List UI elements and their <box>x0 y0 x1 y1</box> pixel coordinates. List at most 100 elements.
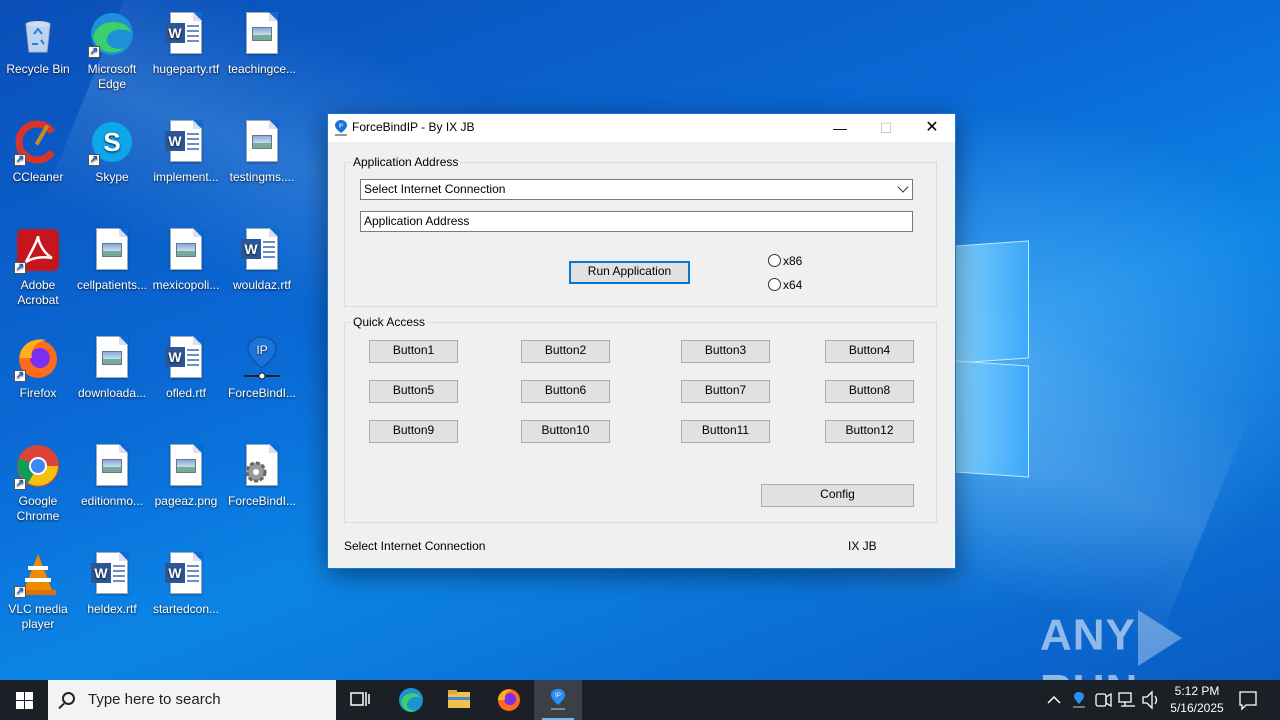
firefox-icon: ↗ <box>14 334 62 382</box>
notifications-icon[interactable] <box>1234 680 1262 720</box>
desktop-icon-recycle[interactable]: Recycle Bin <box>0 4 76 104</box>
desktop-icon-word[interactable]: Wimplement... <box>148 112 224 212</box>
quick-access-button-11[interactable]: Button11 <box>681 420 770 443</box>
desktop-icon-image[interactable]: mexicopoli... <box>148 220 224 320</box>
desktop-icon-label: CCleaner <box>12 170 64 184</box>
desktop-icon-word[interactable]: Wstartedcon... <box>148 544 224 644</box>
desktop-icon-vlc[interactable]: ↗ VLC media player <box>0 544 76 644</box>
taskbar: Type here to search IP 5:12 PM 5/16/2025 <box>0 680 1280 720</box>
desktop-icon-label: ForceBindI... <box>227 494 297 508</box>
desktop-icon-forcebind[interactable]: IP ForceBindI... <box>224 328 300 428</box>
quick-access-button-12[interactable]: Button12 <box>825 420 914 443</box>
image-icon <box>238 10 286 58</box>
maximize-button[interactable]: ☐ <box>863 114 909 142</box>
desktop-icon-label: testingms.... <box>229 170 295 184</box>
window-title: ForceBindIP - By IX JB <box>352 120 475 134</box>
desktop-icon-label: startedcon... <box>152 602 220 616</box>
radio-x86[interactable]: x86 <box>768 253 802 268</box>
application-address-group-label: Application Address <box>351 155 461 169</box>
desktop-icon-acrobat[interactable]: ↗ Adobe Acrobat <box>0 220 76 320</box>
quick-access-button-6[interactable]: Button6 <box>521 380 610 403</box>
firefox-taskbar-icon[interactable] <box>485 680 533 720</box>
forcebindip-app-icon: IP <box>335 120 347 136</box>
desktop-icon-word[interactable]: Whugeparty.rtf <box>148 4 224 104</box>
taskbar-search-box[interactable]: Type here to search <box>48 680 336 720</box>
task-view-icon[interactable] <box>336 680 384 720</box>
desktop-icon-word[interactable]: Wwouldaz.rtf <box>224 220 300 320</box>
desktop-icon-label: VLC media player <box>8 602 68 631</box>
clock-date: 5/16/2025 <box>1170 701 1224 715</box>
desktop-icon-skype[interactable]: S ↗ Skype <box>74 112 150 212</box>
desktop-icon-word[interactable]: Wheldex.rtf <box>74 544 150 644</box>
quick-access-button-7[interactable]: Button7 <box>681 380 770 403</box>
network-icon[interactable] <box>1116 680 1138 720</box>
quick-access-button-4[interactable]: Button4 <box>825 340 914 363</box>
show-hidden-icons-chevron[interactable] <box>1044 680 1064 720</box>
start-button[interactable] <box>0 680 48 720</box>
forcebindip-tray-icon[interactable] <box>1068 680 1090 720</box>
image-icon <box>88 226 136 274</box>
svg-text:IP: IP <box>256 343 267 357</box>
close-button[interactable]: ✕ <box>909 114 955 142</box>
radio-x86-circle[interactable] <box>768 254 781 268</box>
desktop-icon-image[interactable]: editionmo... <box>74 436 150 536</box>
desktop-icon-chrome[interactable]: ↗ Google Chrome <box>0 436 76 536</box>
image-icon <box>162 226 210 274</box>
chrome-icon: ↗ <box>14 442 62 490</box>
status-author-label: IX JB <box>848 539 877 553</box>
minimize-button[interactable]: — <box>817 114 863 142</box>
internet-connection-select-value: Select Internet Connection <box>364 182 506 196</box>
quick-access-button-9[interactable]: Button9 <box>369 420 458 443</box>
desktop-icon-image[interactable]: teachingce... <box>224 4 300 104</box>
image-icon <box>88 442 136 490</box>
quick-access-button-1[interactable]: Button1 <box>369 340 458 363</box>
search-placeholder: Type here to search <box>88 691 221 708</box>
desktop-icon-settingsdoc[interactable]: ForceBindI... <box>224 436 300 536</box>
desktop-icon-firefox[interactable]: ↗ Firefox <box>0 328 76 428</box>
internet-connection-select[interactable]: Select Internet Connection <box>360 179 913 200</box>
taskbar-clock[interactable]: 5:12 PM 5/16/2025 <box>1162 683 1232 717</box>
desktop-icon-label: Microsoft Edge <box>87 62 137 91</box>
title-bar[interactable]: IP ForceBindIP - By IX JB — ☐ ✕ <box>328 114 955 142</box>
volume-icon[interactable] <box>1140 680 1162 720</box>
desktop-icon-image[interactable]: pageaz.png <box>148 436 224 536</box>
meet-now-icon[interactable] <box>1092 680 1114 720</box>
desktop-icon-label: hugeparty.rtf <box>152 62 220 76</box>
image-icon <box>162 442 210 490</box>
radio-x64-circle[interactable] <box>768 278 781 292</box>
desktop-icon-ccleaner[interactable]: ↗ CCleaner <box>0 112 76 212</box>
desktop-icon-image[interactable]: downloada... <box>74 328 150 428</box>
desktop-icon-label: cellpatients... <box>76 278 148 292</box>
desktop-icon-image[interactable]: testingms.... <box>224 112 300 212</box>
quick-access-button-2[interactable]: Button2 <box>521 340 610 363</box>
word-icon: W <box>162 334 210 382</box>
desktop-icon-label: editionmo... <box>80 494 144 508</box>
desktop-icon-label: Adobe Acrobat <box>17 278 59 307</box>
desktop-icon-label: teachingce... <box>227 62 297 76</box>
anyrun-watermark: ANYRUN <box>1040 610 1240 715</box>
run-application-button[interactable]: Run Application <box>569 261 690 284</box>
file-explorer-icon[interactable] <box>435 680 483 720</box>
ccleaner-icon: ↗ <box>14 118 62 166</box>
desktop-icon-label: mexicopoli... <box>152 278 220 292</box>
quick-access-button-3[interactable]: Button3 <box>681 340 770 363</box>
application-address-input[interactable]: Application Address <box>360 211 913 232</box>
word-icon: W <box>238 226 286 274</box>
forcebindip-taskbar-icon[interactable]: IP <box>534 680 582 720</box>
desktop-icon-label: wouldaz.rtf <box>232 278 292 292</box>
desktop-icon-edge[interactable]: ↗ Microsoft Edge <box>74 4 150 104</box>
quick-access-button-10[interactable]: Button10 <box>521 420 610 443</box>
skype-icon: S ↗ <box>88 118 136 166</box>
quick-access-button-5[interactable]: Button5 <box>369 380 458 403</box>
desktop-icon-label: ForceBindI... <box>227 386 297 400</box>
word-icon: W <box>162 10 210 58</box>
desktop-icon-word[interactable]: Wofled.rtf <box>148 328 224 428</box>
desktop-icon-label: Google Chrome <box>16 494 60 523</box>
desktop-icon-label: downloada... <box>77 386 147 400</box>
desktop-icon-image[interactable]: cellpatients... <box>74 220 150 320</box>
quick-access-button-8[interactable]: Button8 <box>825 380 914 403</box>
edge-taskbar-icon[interactable] <box>387 680 435 720</box>
application-address-input-value: Application Address <box>364 214 470 228</box>
config-button[interactable]: Config <box>761 484 914 507</box>
radio-x64[interactable]: x64 <box>768 277 802 292</box>
